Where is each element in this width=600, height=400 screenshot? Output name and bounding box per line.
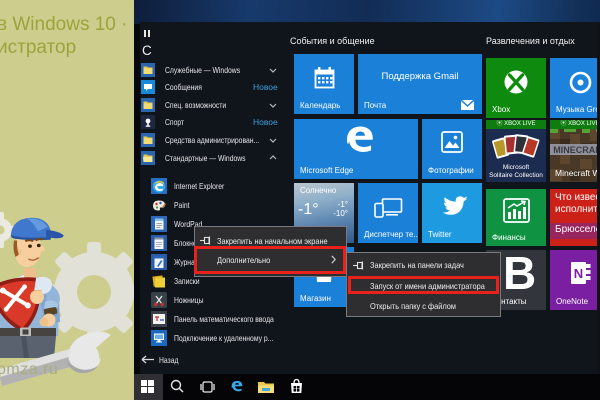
svg-text:MINECRAF: MINECRAF <box>553 145 600 155</box>
svg-text:N: N <box>574 266 583 281</box>
